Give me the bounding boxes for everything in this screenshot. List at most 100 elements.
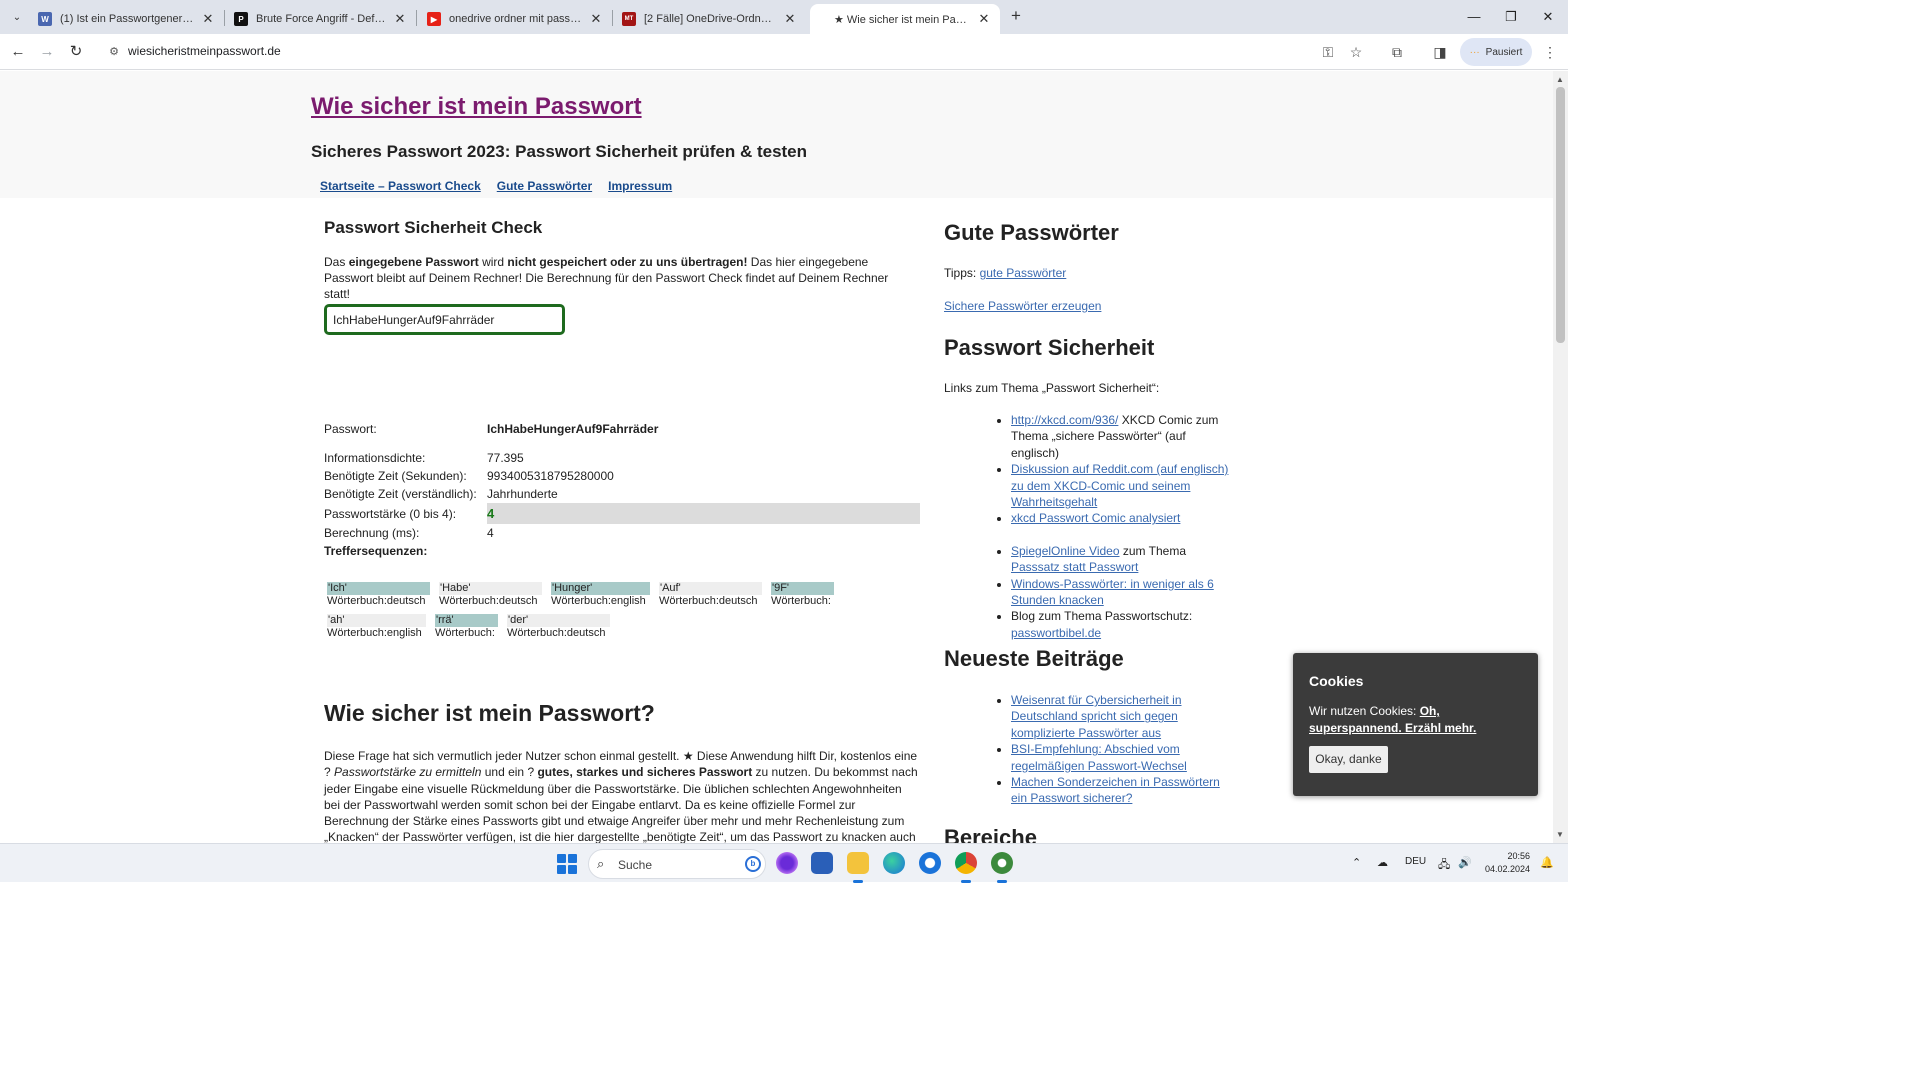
sequence-pattern: Wörterbuch:english: [551, 595, 646, 607]
sequence-token: 'Auf': [659, 582, 762, 595]
sequence-token: '9F': [771, 582, 834, 595]
post-link[interactable]: Weisenrat für Cybersicherheit in Deutsch…: [1011, 693, 1182, 740]
sequence-item: 'Auf' Wörterbuch:deutsch: [659, 582, 762, 610]
xkcd-link[interactable]: http://xkcd.com/936/: [1011, 413, 1118, 427]
tab-favicon-icon: ▶: [427, 12, 441, 26]
close-window-button[interactable]: ✕: [1530, 0, 1566, 34]
store-icon[interactable]: [811, 852, 833, 874]
sequence-pattern: Wörterbuch:deutsch: [327, 595, 426, 607]
tab-passwortgenerator[interactable]: W (1) Ist ein Passwortgenerator nu ✕: [30, 4, 224, 34]
sichere-passwoerter-link[interactable]: Sichere Passwörter erzeugen: [944, 299, 1101, 313]
post-link[interactable]: BSI-Empfehlung: Abschied vom regelmäßige…: [1011, 742, 1187, 772]
nav-startseite[interactable]: Startseite – Passwort Check: [320, 179, 481, 193]
sichere-line: Sichere Passwörter erzeugen: [944, 299, 1101, 313]
scroll-down-icon[interactable]: ▼: [1556, 830, 1564, 839]
informationsdichte-value: 77.395: [487, 451, 524, 465]
article-heading: Wie sicher ist mein Passwort?: [324, 700, 655, 726]
restore-button[interactable]: ❐: [1493, 0, 1529, 34]
sequence-item: '9F' Wörterbuch:: [771, 582, 834, 610]
tab-separator: [224, 10, 225, 26]
nav-gute-passwoerter[interactable]: Gute Passwörter: [497, 179, 592, 193]
tipps-link[interactable]: gute Passwörter: [980, 266, 1067, 280]
minimize-button[interactable]: —: [1456, 0, 1492, 34]
tab-strip: ⌄ W (1) Ist ein Passwortgenerator nu ✕ P…: [0, 0, 1568, 34]
site-info-icon[interactable]: ⚙: [106, 44, 122, 60]
scroll-up-icon[interactable]: ▲: [1556, 75, 1564, 84]
tray-chevron-icon[interactable]: ⌃: [1352, 856, 1361, 869]
notification-bell-icon[interactable]: 🔔: [1540, 856, 1554, 869]
tab-favicon-icon: MT: [622, 12, 636, 26]
back-button[interactable]: ←: [7, 41, 29, 63]
sidebar-neueste-heading: Neueste Beiträge: [944, 646, 1124, 671]
passwort-label: Passwort:: [324, 422, 377, 436]
tab-close-icon[interactable]: ✕: [782, 11, 798, 27]
treffersequenzen-label: Treffersequenzen:: [324, 544, 428, 558]
check-intro: Das eingegebene Passwort wird nicht gesp…: [324, 254, 914, 302]
network-icon[interactable]: 🖧: [1438, 856, 1450, 875]
passsatz-link[interactable]: Passsatz statt Passwort: [1011, 560, 1138, 574]
tab-search-chevron-icon[interactable]: ⌄: [6, 6, 28, 28]
site-header: Wie sicher ist mein Passwort Sicheres Pa…: [0, 71, 1553, 198]
tab-close-icon[interactable]: ✕: [392, 11, 408, 27]
sequence-item: 'Ich' Wörterbuch:deutsch: [327, 582, 430, 610]
menu-kebab-icon[interactable]: ⋮: [1541, 43, 1559, 61]
forward-button[interactable]: →: [36, 41, 58, 63]
windows-passwoerter-link[interactable]: Windows-Passwörter: in weniger als 6 Stu…: [1011, 577, 1214, 607]
tab-separator: [416, 10, 417, 26]
nav-impressum[interactable]: Impressum: [608, 179, 672, 193]
cookie-accept-button[interactable]: Okay, danke: [1309, 746, 1388, 773]
profile-dots-icon: ···: [1469, 46, 1480, 58]
password-input[interactable]: [324, 304, 565, 335]
xkcd-analysiert-link[interactable]: xkcd Passwort Comic analysiert: [1011, 511, 1180, 525]
profile-button[interactable]: ··· Pausiert: [1460, 38, 1532, 66]
post-link[interactable]: Machen Sonderzeichen in Passwörtern ein …: [1011, 775, 1220, 805]
cookie-title: Cookies: [1309, 673, 1364, 689]
passwortbibel-link[interactable]: passwortbibel.de: [1011, 626, 1101, 640]
tab-title: ★ Wie sicher ist mein Passwort: [834, 13, 970, 26]
sequence-token: 'Hunger': [551, 582, 650, 595]
tab-favicon-icon: P: [234, 12, 248, 26]
key-icon[interactable]: ⚿: [1319, 43, 1337, 61]
sidebar-bereiche-heading: Bereiche: [944, 825, 1037, 843]
tab-onedrive-search[interactable]: ▶ onedrive ordner mit passwort s ✕: [419, 4, 612, 34]
url-text: wiesicheristmeinpasswort.de: [128, 44, 281, 58]
file-explorer-icon[interactable]: [847, 852, 869, 883]
start-button[interactable]: [557, 854, 577, 874]
address-bar[interactable]: ⚙ wiesicheristmeinpasswort.de ⚿ ☆: [100, 38, 1372, 66]
tab-brute-force[interactable]: P Brute Force Angriff - Definition ✕: [226, 4, 416, 34]
scroll-thumb[interactable]: [1556, 87, 1565, 343]
site-subtitle: Sicheres Passwort 2023: Passwort Sicherh…: [311, 142, 808, 161]
tab-onedrive-ordner[interactable]: MT [2 Fälle] OneDrive-Ordner mit P ✕: [614, 4, 806, 34]
profile-label: Pausiert: [1485, 46, 1523, 58]
site-title-link[interactable]: Wie sicher ist mein Passwort: [311, 93, 642, 121]
onedrive-cloud-icon[interactable]: ☁: [1377, 856, 1388, 869]
tab-close-icon[interactable]: ✕: [588, 11, 604, 27]
keepass-icon[interactable]: [991, 852, 1013, 883]
language-indicator[interactable]: DEU: [1405, 856, 1426, 867]
tab-close-icon[interactable]: ✕: [976, 11, 992, 27]
taskbar-clock[interactable]: 20:56 04.02.2024: [1485, 850, 1530, 876]
sequence-pattern: Wörterbuch:deutsch: [507, 627, 606, 639]
taskbar-search[interactable]: ⌕ Suche b: [588, 849, 766, 879]
thunderbird-icon[interactable]: [919, 852, 941, 874]
clock-time: 20:56: [1507, 851, 1531, 861]
list-item: http://xkcd.com/936/ XKCD Comic zum Them…: [1011, 412, 1237, 461]
spiegelonline-link[interactable]: SpiegelOnline Video: [1011, 544, 1120, 558]
chrome-icon[interactable]: [955, 852, 977, 883]
page-scrollbar[interactable]: ▲ ▼: [1553, 71, 1568, 843]
bookmark-star-icon[interactable]: ☆: [1347, 43, 1365, 61]
tab-wie-sicher[interactable]: ★ Wie sicher ist mein Passwort ✕: [810, 4, 1000, 34]
reddit-link[interactable]: Diskussion auf Reddit.com (auf englisch)…: [1011, 462, 1228, 509]
tab-close-icon[interactable]: ✕: [200, 11, 216, 27]
podcast-app-icon[interactable]: [776, 852, 798, 874]
reload-button[interactable]: ↻: [65, 41, 87, 63]
zeit-verstaendlich-label: Benötigte Zeit (verständlich):: [324, 487, 477, 501]
volume-icon[interactable]: 🔊: [1458, 856, 1472, 869]
side-panel-icon[interactable]: ◨: [1431, 43, 1449, 61]
new-tab-button[interactable]: +: [1006, 6, 1026, 26]
intro-text: Das: [324, 255, 349, 269]
edge-icon[interactable]: [883, 852, 905, 874]
staerke-label: Passwortstärke (0 bis 4):: [324, 507, 457, 521]
extensions-icon[interactable]: ⧉: [1388, 43, 1406, 61]
sequence-token: 'Habe': [439, 582, 542, 595]
